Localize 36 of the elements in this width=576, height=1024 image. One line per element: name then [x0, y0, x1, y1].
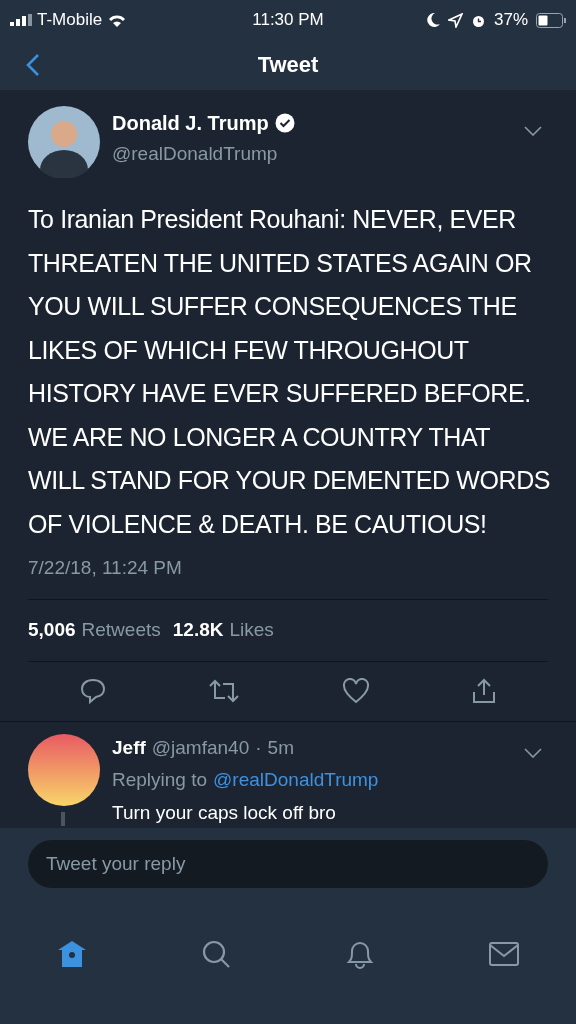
reply-age: 5m [267, 735, 294, 760]
tweet-timestamp: 7/22/18, 11:24 PM [28, 556, 182, 580]
reply-author-handle: @jamfan40 [151, 735, 250, 760]
wifi-icon [107, 13, 128, 27]
location-arrow-icon [447, 12, 463, 28]
tweet-text: To Iranian President Rouhani: NEVER, EVER THREATEN THE UNITED STATES AGAIN OR YOU WILL SUFFER CONSEQUENCES THE LIKES OF WHICH FEW THROUGHOUT HISTORY HAVE EVER SUFFERED BEFORE. WE ARE NO LONGER A COUNTRY THAT WILL STAND FOR YOUR DEMENTED WORDS OF VIOLENCE & DEATH. BE CAUTIOUS! [28, 204, 552, 540]
author-handle: @realDonaldTrump [112, 142, 279, 166]
chevron-down-icon[interactable] [524, 747, 542, 758]
stat-label: Likes [229, 617, 274, 642]
avatar [28, 106, 100, 178]
reply-author-name: Jeff [112, 735, 146, 760]
moon-icon [425, 12, 440, 28]
screen-title: Tweet [257, 51, 319, 77]
mention-link[interactable]: @realDonaldTrump [213, 766, 379, 795]
carrier-name: T-Mobile [37, 9, 103, 32]
search-icon[interactable] [201, 938, 231, 969]
stat-count: 5,006 [28, 617, 76, 642]
reply-input-field[interactable]: Tweet your reply [28, 839, 548, 888]
share-icon[interactable] [471, 677, 498, 705]
battery-icon [536, 12, 566, 28]
battery-percent: 37% [493, 9, 528, 32]
separator-dot: · [255, 735, 262, 760]
replying-label: Replying to [112, 768, 208, 792]
back-chevron-icon [26, 53, 40, 77]
clock-time: 11:30 PM [252, 10, 324, 30]
signal-icon [10, 14, 32, 26]
stat-count: 12.8K [172, 617, 224, 642]
author-name: Donald J. Trump [112, 111, 269, 136]
chevron-down-icon[interactable] [524, 126, 542, 136]
reply-icon[interactable] [78, 677, 107, 705]
home-icon[interactable] [57, 939, 87, 968]
reply-text: Turn your caps lock off bro [112, 800, 337, 825]
mail-icon[interactable] [489, 941, 519, 966]
retweet-icon[interactable] [208, 678, 241, 704]
heart-icon[interactable] [341, 678, 370, 704]
stat-label: Retweets [81, 617, 161, 642]
